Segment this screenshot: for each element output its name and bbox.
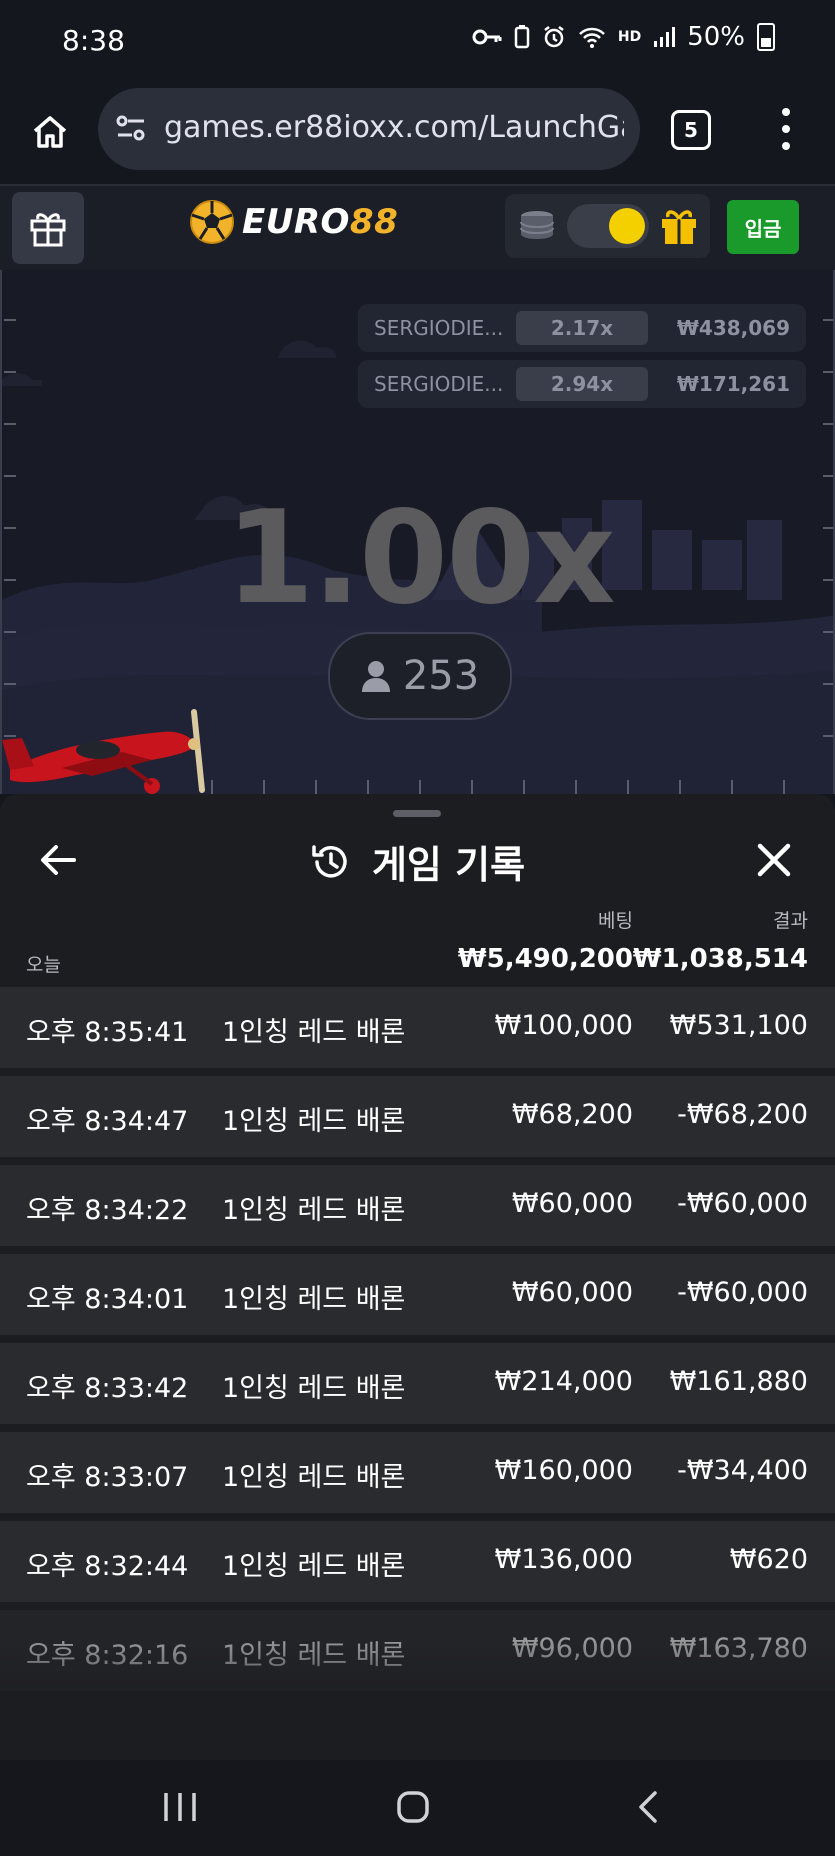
game-area[interactable]: SERGIODIE... 2.17x ₩438,069 SERGIODIE...… [0,270,835,794]
close-icon[interactable] [756,842,792,878]
address-bar[interactable]: games.er88ioxx.com/LaunchGa [98,88,640,170]
player-count-badge: 253 [328,632,512,720]
row-bet: ₩100,000 [494,1010,633,1041]
browser-menu-button[interactable] [770,108,802,150]
deposit-button[interactable]: 입금 [727,200,799,254]
row-time: 오후 8:34:01 [26,1284,189,1315]
row-time: 오후 8:33:42 [26,1373,189,1404]
bonus-gift-icon[interactable] [659,206,699,246]
row-time: 오후 8:34:22 [26,1195,189,1226]
history-row[interactable]: 오후 8:34:22 1인칭 레드 배론 ₩60,000 -₩60,000 [0,1165,835,1246]
logo-text-88: 88 [349,202,399,242]
coins-icon [520,211,554,239]
column-header-result: 결과 [773,910,808,932]
key-icon [472,29,502,45]
battery-icon [757,23,775,51]
row-game: 1인칭 레드 배론 [222,1195,406,1226]
sheet-header: 게임 기록 [0,834,835,889]
row-time: 오후 8:35:41 [26,1017,189,1048]
live-bet-amount: ₩171,261 [676,372,790,396]
row-result: -₩60,000 [677,1277,808,1308]
sheet-drag-handle[interactable] [393,810,441,817]
total-bet: ₩5,490,200 [457,944,633,974]
row-game: 1인칭 레드 배론 [222,1106,406,1137]
soccer-ball-icon [190,200,234,244]
wallet-widget [505,194,710,258]
network-type: HD [617,29,642,45]
row-result: ₩620 [729,1544,808,1575]
sheet-title: 게임 기록 [371,843,526,887]
row-game: 1인칭 레드 배론 [222,1462,406,1493]
row-time: 오후 8:34:47 [26,1106,189,1137]
live-bet-player: SERGIODIE... [374,316,504,340]
live-bet-multiplier: 2.94x [516,367,648,401]
battery-percent: 50% [687,22,745,52]
row-result: -₩60,000 [677,1188,808,1219]
column-header-bet: 베팅 [598,910,633,932]
battery-saver-icon [514,25,530,49]
row-game: 1인칭 레드 배론 [222,1284,406,1315]
row-bet: ₩60,000 [511,1277,633,1308]
row-bet: ₩136,000 [494,1544,633,1575]
live-bet-player: SERGIODIE... [374,372,504,396]
home-button[interactable] [24,106,76,158]
status-time: 8:38 [62,24,125,57]
history-row[interactable]: 오후 8:33:42 1인칭 레드 배론 ₩214,000 ₩161,880 [0,1343,835,1424]
status-bar: 8:38 HD 50% [0,0,835,84]
recent-apps-icon[interactable] [162,1790,198,1824]
history-row[interactable]: 오후 8:35:41 1인칭 레드 배론 ₩100,000 ₩531,100 [0,987,835,1068]
current-multiplier: 1.00x [225,484,615,633]
row-result: ₩531,100 [669,1010,808,1041]
live-bet-row: SERGIODIE... 2.17x ₩438,069 [358,304,806,352]
history-list: 오후 8:35:41 1인칭 레드 배론 ₩100,000 ₩531,100 오… [0,987,835,1699]
back-icon[interactable] [636,1790,660,1824]
total-result: ₩1,038,514 [632,944,808,974]
row-time: 오후 8:33:07 [26,1462,189,1493]
player-count: 253 [402,653,480,699]
site-logo[interactable]: EURO 88 [188,198,398,246]
site-settings-icon[interactable] [114,111,148,145]
tab-switcher-button[interactable]: 5 [671,110,711,150]
row-time: 오후 8:32:44 [26,1551,189,1582]
row-game: 1인칭 레드 배론 [222,1373,406,1404]
url-text[interactable]: games.er88ioxx.com/LaunchGa [164,110,624,145]
list-fade-overlay [0,1640,835,1760]
home-circle-icon[interactable] [396,1790,430,1824]
row-bet: ₩160,000 [494,1455,633,1486]
row-bet: ₩214,000 [494,1366,633,1397]
browser-toolbar: games.er88ioxx.com/LaunchGa 5 [0,84,835,186]
row-bet: ₩60,000 [511,1188,633,1219]
row-result: ₩161,880 [669,1366,808,1397]
status-icons: HD 50% [472,22,775,52]
signal-icon [654,27,676,47]
history-row[interactable]: 오후 8:34:01 1인칭 레드 배론 ₩60,000 -₩60,000 [0,1254,835,1335]
row-result: -₩34,400 [677,1455,808,1486]
alarm-icon [544,26,564,48]
live-bet-multiplier: 2.17x [516,311,648,345]
row-game: 1인칭 레드 배론 [222,1551,406,1582]
date-group-label: 오늘 [26,954,61,976]
history-row[interactable]: 오후 8:33:07 1인칭 레드 배론 ₩160,000 -₩34,400 [0,1432,835,1513]
red-plane-icon [2,709,205,794]
game-history-sheet: 게임 기록 베팅 결과 오늘 ₩5,490,200 ₩1,038,514 오후 … [0,794,835,1760]
gift-icon [30,213,66,247]
promotions-button[interactable] [12,192,84,264]
live-bet-row: SERGIODIE... 2.94x ₩171,261 [358,360,806,408]
user-icon [361,661,390,692]
history-row[interactable]: 오후 8:34:47 1인칭 레드 배론 ₩68,200 -₩68,200 [0,1076,835,1157]
site-header: EURO 88 입금 [0,186,835,270]
row-bet: ₩68,200 [511,1099,633,1130]
row-result: -₩68,200 [677,1099,808,1130]
row-game: 1인칭 레드 배론 [222,1017,406,1048]
live-bet-amount: ₩438,069 [676,316,790,340]
logo-text-euro: EURO [242,202,350,242]
wifi-icon [578,27,605,48]
system-nav-bar [0,1760,835,1856]
balance-toggle[interactable] [567,204,649,248]
home-icon [33,116,67,148]
history-row[interactable]: 오후 8:32:44 1인칭 레드 배론 ₩136,000 ₩620 [0,1521,835,1602]
history-icon [312,844,347,878]
